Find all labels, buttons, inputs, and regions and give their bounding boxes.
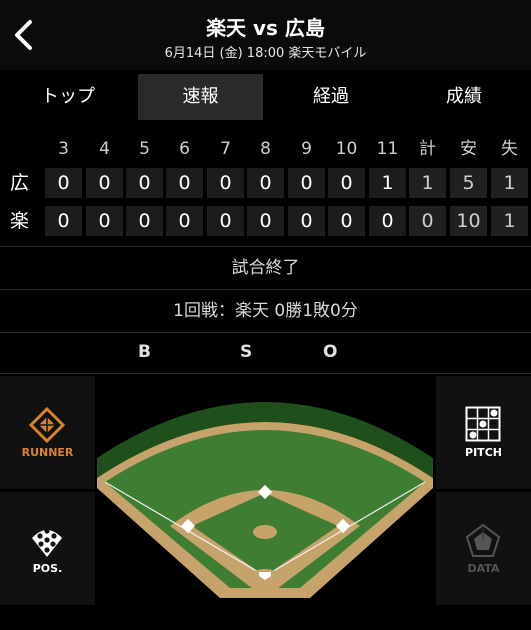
total-runs-cell: 0 [409, 206, 446, 236]
inning-header: 10 [335, 139, 358, 159]
score-cell: 1 [369, 168, 406, 198]
tab-progress[interactable]: 経過 [267, 74, 395, 120]
pitch-grid-icon [465, 406, 501, 442]
score-cell: 0 [207, 168, 244, 198]
errors-cell: 1 [491, 206, 528, 236]
game-status: 試合終了 [231, 258, 300, 278]
score-cell: 0 [247, 168, 284, 198]
score-cell: 0 [328, 168, 365, 198]
inning-header: 8 [260, 139, 271, 159]
position-diamond-icon [32, 528, 62, 557]
pitch-button[interactable]: PITCH [436, 376, 531, 489]
tab-live[interactable]: 速報 [138, 74, 263, 120]
pitch-label: PITCH [465, 446, 502, 459]
inning-header: 6 [179, 139, 190, 159]
out-count-label: O [323, 342, 338, 362]
inning-header: 3 [58, 139, 69, 159]
tab-bar: トップ 速報 経過 成績 [0, 72, 531, 122]
score-cell: 0 [86, 206, 123, 236]
data-button[interactable]: DATA [436, 492, 531, 605]
strike-count-label: S [240, 342, 253, 362]
divider [0, 332, 531, 333]
runner-label: RUNNER [21, 446, 74, 459]
position-button[interactable]: POS. [0, 492, 95, 605]
score-cell: 0 [288, 206, 325, 236]
tab-stats[interactable]: 成績 [399, 74, 529, 120]
game-header: 楽天 vs 広島 6月14日 (金) 18:00 楽天モバイル [0, 0, 531, 70]
hits-header: 安 [460, 139, 477, 159]
game-subtitle: 6月14日 (金) 18:00 楽天モバイル [164, 46, 367, 61]
score-cell: 0 [328, 206, 365, 236]
divider [0, 373, 531, 374]
ball-count-label: B [138, 342, 151, 362]
score-cell: 0 [166, 206, 203, 236]
data-label: DATA [467, 562, 500, 575]
hits-cell: 5 [450, 168, 487, 198]
team-name-home: 楽 [10, 210, 30, 232]
score-cell: 0 [207, 206, 244, 236]
errors-cell: 1 [491, 168, 528, 198]
team-name-away: 広 [10, 172, 30, 194]
runner-button[interactable]: RUNNER [0, 376, 95, 489]
inning-header: 11 [376, 139, 399, 159]
field-diagram [97, 402, 433, 598]
scoreboard: 3 4 5 6 7 8 9 10 11 計 安 失 広 0 0 0 0 0 0 … [0, 130, 531, 242]
score-cell: 0 [247, 206, 284, 236]
total-runs-cell: 1 [409, 168, 446, 198]
tab-top[interactable]: トップ [2, 74, 134, 120]
score-cell: 0 [288, 168, 325, 198]
score-cell: 0 [86, 168, 123, 198]
score-cell: 0 [45, 206, 82, 236]
baseball-field [95, 376, 435, 605]
series-record: 1回戦：楽天 0勝1敗0分 [173, 301, 358, 321]
hits-cell: 10 [450, 206, 487, 236]
errors-header: 失 [501, 139, 518, 159]
data-pentagon-icon [465, 523, 501, 557]
score-cell: 0 [369, 206, 406, 236]
runner-diamond-icon [28, 406, 66, 444]
inning-header: 9 [301, 139, 312, 159]
total-runs-header: 計 [419, 139, 436, 159]
inning-header: 7 [220, 139, 231, 159]
score-cell: 0 [126, 206, 163, 236]
inning-header: 4 [99, 139, 110, 159]
inning-header: 5 [139, 139, 150, 159]
score-cell: 0 [126, 168, 163, 198]
score-cell: 0 [166, 168, 203, 198]
position-label: POS. [32, 562, 63, 575]
game-title: 楽天 vs 広島 [206, 16, 325, 40]
score-cell: 0 [45, 168, 82, 198]
divider [0, 289, 531, 290]
divider [0, 246, 531, 247]
